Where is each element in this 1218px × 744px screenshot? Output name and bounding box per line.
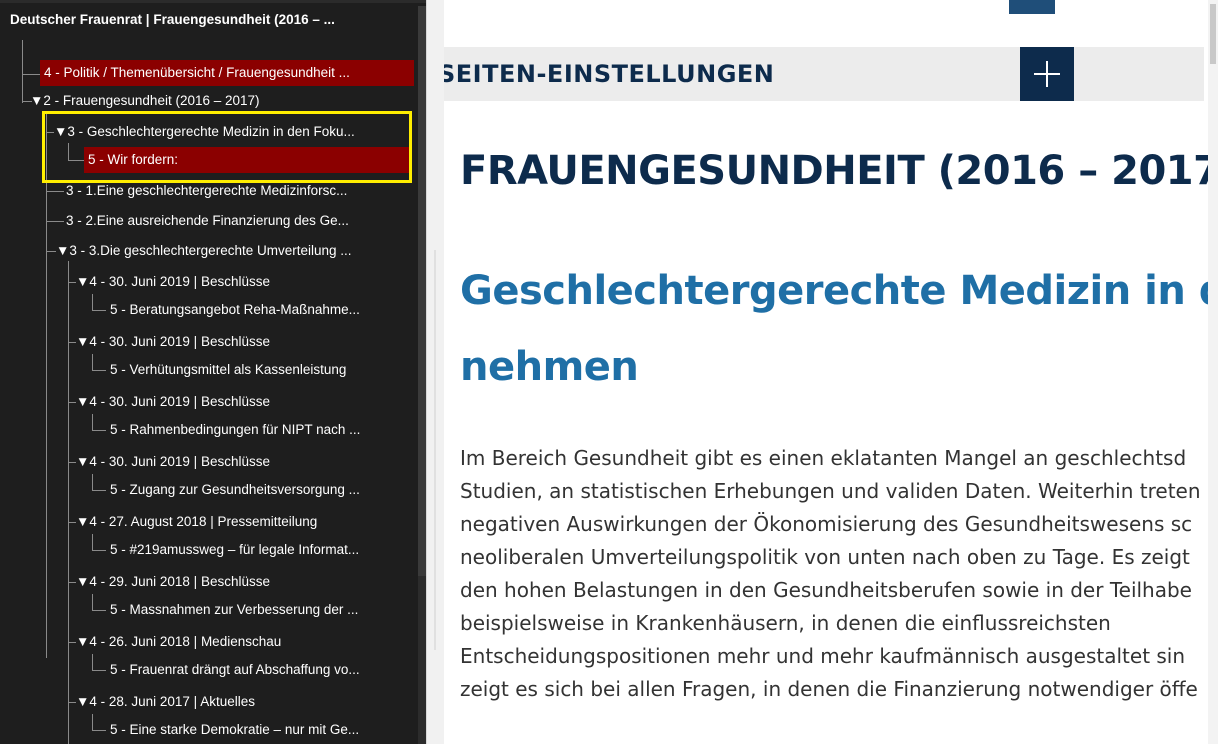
tree-item-wir-fordern[interactable]: 5 - Wir fordern:: [84, 147, 410, 173]
tree-connector: [92, 730, 106, 731]
splitter-grip[interactable]: [434, 250, 436, 650]
paragraph-line: zeigt es sich bei allen Fragen, in denen…: [460, 677, 1198, 701]
tree-connector: [68, 160, 84, 161]
paragraph-line: neoliberalen Umverteilungspolitik von un…: [460, 545, 1190, 569]
tree-connector: [46, 191, 64, 192]
tree-connector: [92, 430, 106, 431]
tree-item-beschluesse-3[interactable]: ▼4 - 30. Juni 2019 | Beschlüsse: [76, 389, 410, 415]
tree-connector: [22, 74, 40, 75]
tree-item-finanzierung[interactable]: 3 - 2.Eine ausreichende Finanzierung des…: [66, 208, 410, 234]
plus-icon: [1046, 61, 1048, 87]
tree-item-frauengesundheit[interactable]: ▼2 - Frauengesundheit (2016 – 2017): [30, 88, 410, 114]
tree-connector: [68, 261, 69, 744]
content-scrollbar-track[interactable]: [1208, 0, 1218, 744]
outline-tree-panel: Deutscher Frauenrat | Frauengesundheit (…: [0, 0, 426, 744]
tree-item-beschluesse-2[interactable]: ▼4 - 30. Juni 2019 | Beschlüsse: [76, 329, 410, 355]
tree-item-medienschau[interactable]: ▼4 - 26. Juni 2018 | Medienschau: [76, 629, 410, 655]
page-settings-bar[interactable]: SEITEN-EINSTELLUNGEN: [444, 47, 1204, 101]
tree-scrollbar-thumb[interactable]: [418, 6, 426, 576]
tree-item-geschlechtergerechte-medizin[interactable]: ▼3 - Geschlechtergerechte Medizin in den…: [54, 119, 410, 145]
tree-item-massnahmen[interactable]: 5 - Massnahmen zur Verbesserung der ...: [110, 597, 410, 623]
section-heading: Geschlechtergerechte Medizin in den: [460, 268, 1218, 314]
tree-connector: [46, 113, 47, 658]
paragraph-line: negativen Auswirkungen der Ökonomisierun…: [460, 512, 1193, 536]
tree-item-reha[interactable]: 5 - Beratungsangebot Reha-Maßnahme...: [110, 297, 410, 323]
tree-connector: [68, 522, 76, 523]
tree-item-politik[interactable]: 4 - Politik / Themenübersicht / Frauenge…: [40, 60, 414, 86]
tree-connector: [92, 354, 93, 370]
section-heading-continued: nehmen: [460, 344, 639, 390]
paragraph-line: Entscheidungspositionen mehr und mehr ka…: [460, 644, 1186, 668]
tree-connector: [68, 702, 76, 703]
tree-title: Deutscher Frauenrat | Frauengesundheit (…: [10, 12, 335, 27]
tree-connector: [92, 370, 106, 371]
tree-item-nipt[interactable]: 5 - Rahmenbedingungen für NIPT nach ...: [110, 417, 410, 443]
content-pane: SEITEN-EINSTELLUNGEN FRAUENGESUNDHEIT (2…: [444, 0, 1218, 744]
tree-item-beschluesse-5[interactable]: ▼4 - 29. Juni 2018 | Beschlüsse: [76, 569, 410, 595]
tree-item-beschluesse-1[interactable]: ▼4 - 30. Juni 2019 | Beschlüsse: [76, 269, 410, 295]
paragraph-line: Studien, an statistischen Erhebungen und…: [460, 479, 1201, 503]
tree-item-beschluesse-4[interactable]: ▼4 - 30. Juni 2019 | Beschlüsse: [76, 449, 410, 475]
paragraph-line: den hohen Belastungen in den Gesundheits…: [460, 578, 1192, 602]
tree-item-verhuetungsmittel[interactable]: 5 - Verhütungsmittel als Kassenleistung: [110, 357, 410, 383]
tree-connector: [92, 594, 93, 610]
tree-item-umverteilung[interactable]: ▼3 - 3.Die geschlechtergerechte Umvertei…: [56, 238, 410, 264]
tree-item-demokratie[interactable]: 5 - Eine starke Demokratie – nur mit Ge.…: [110, 717, 410, 743]
tree-connector: [92, 610, 106, 611]
paragraph-line: beispielsweise in Krankenhäusern, in den…: [460, 611, 1111, 635]
top-accent-bar: [1009, 0, 1055, 14]
tree-item-aktuelles[interactable]: ▼4 - 28. Juni 2017 | Aktuelles: [76, 689, 410, 715]
tree-connector: [92, 414, 93, 430]
tree-connector: [92, 670, 106, 671]
tree-connector: [68, 582, 76, 583]
tree-connector: [46, 221, 64, 222]
tree-connector: [92, 550, 106, 551]
tree-connector: [92, 474, 93, 490]
tree-connector: [68, 282, 76, 283]
expand-settings-button[interactable]: [1020, 47, 1074, 101]
tree-connector: [92, 714, 93, 730]
tree-connector: [22, 40, 23, 103]
tree-connector: [68, 462, 76, 463]
tree-connector: [68, 642, 76, 643]
tree-connector: [92, 310, 106, 311]
tree-item-abschaffung[interactable]: 5 - Frauenrat drängt auf Abschaffung vo.…: [110, 657, 410, 683]
tree-connector: [46, 132, 54, 133]
tree-item-pressemitteilung[interactable]: ▼4 - 27. August 2018 | Pressemitteilung: [76, 509, 410, 535]
page-title: FRAUENGESUNDHEIT (2016 – 2017): [460, 148, 1218, 194]
tree-connector: [92, 294, 93, 310]
tree-item-medizinforschung[interactable]: 3 - 1.Eine geschlechtergerechte Medizinf…: [66, 178, 410, 204]
tree-connector: [68, 143, 69, 160]
tree-connector: [46, 251, 56, 252]
tree-connector: [68, 342, 76, 343]
tree-connector: [92, 490, 106, 491]
content-scrollbar-thumb[interactable]: [1210, 4, 1216, 64]
page-settings-label: SEITEN-EINSTELLUNGEN: [444, 60, 775, 88]
tree-connector: [92, 654, 93, 670]
tree-connector: [92, 534, 93, 550]
tree-item-219amussweg[interactable]: 5 - #219amussweg – für legale Informat..…: [110, 537, 410, 563]
tree-connector: [68, 402, 76, 403]
paragraph-line: Im Bereich Gesundheit gibt es einen ekla…: [460, 446, 1187, 470]
tree-item-gesundheitsversorgung[interactable]: 5 - Zugang zur Gesundheitsversorgung ...: [110, 477, 410, 503]
